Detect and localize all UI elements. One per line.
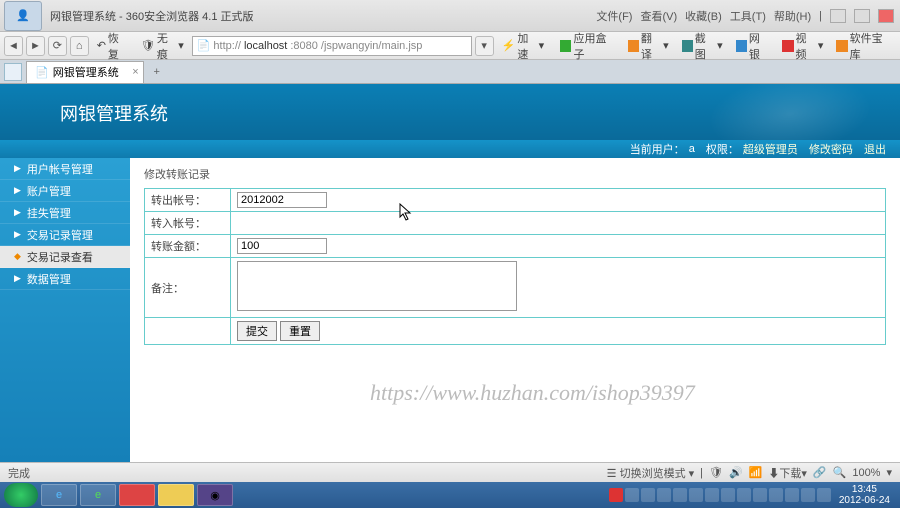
tray-icon[interactable] [705,488,719,502]
sidebar-item-transaction-view[interactable]: ◆交易记录查看 [0,246,130,268]
out-account-input[interactable] [237,192,327,208]
menu-tools[interactable]: 工具(T) [730,8,766,24]
task-ie-icon[interactable]: e [41,484,77,506]
taskbar-clock[interactable]: 13:45 2012-06-24 [833,484,896,506]
task-app-icon[interactable] [119,484,155,506]
sidebar-item-users[interactable]: ▶用户帐号管理 [0,158,130,180]
tray-icon[interactable] [769,488,783,502]
sidebar-item-loss[interactable]: ▶挂失管理 [0,202,130,224]
tab-favicon: 📄 [35,66,49,79]
out-account-label: 转出帐号： [145,189,231,212]
download-button[interactable]: ⬇下载▾ [768,465,807,481]
page-icon: 📄 [197,39,211,52]
address-bar[interactable]: 📄 http://localhost:8080/jspwangyin/main.… [192,36,472,56]
status-icon[interactable]: 📶 [749,466,763,479]
sidebar: ▶用户帐号管理 ▶账户管理 ▶挂失管理 ▶交易记录管理 ◆交易记录查看 ▶数据管… [0,158,130,462]
remark-textarea[interactable] [237,261,517,311]
forward-button[interactable]: ► [26,36,45,56]
video-button[interactable]: 视频▾ [777,30,828,62]
close-button[interactable] [878,9,894,23]
speed-button[interactable]: ⚡加速▾ [497,30,550,62]
tray-icon[interactable] [689,488,703,502]
role-link[interactable]: 超级管理员 [743,141,798,157]
menu-view[interactable]: 查看(V) [640,8,677,24]
panel-title: 修改转账记录 [144,166,886,182]
new-tab-button[interactable]: + [148,63,166,81]
windows-taskbar: e e ◉ 13:45 2012-06-24 [0,482,900,508]
status-icon[interactable]: 🔊 [729,466,743,479]
menu-help[interactable]: 帮助(H) [774,8,811,24]
tab-close-icon[interactable]: × [132,66,138,78]
incognito-button[interactable]: 🛡无痕▾ [136,30,189,62]
in-account-label: 转入帐号： [145,212,231,235]
addr-dropdown[interactable]: ▾ [475,36,494,56]
translate-button[interactable]: 翻译▾ [623,30,674,62]
menu-file[interactable]: 文件(F) [596,8,632,24]
system-tray: 13:45 2012-06-24 [609,484,896,506]
ebank-button[interactable]: 网银 [731,30,775,62]
browser-status-bar: 完成 ☰ 切换浏览模式 ▾ | 🛡 🔊 📶 ⬇下载▾ 🔗 🔍 100%▾ [0,462,900,482]
tray-icon[interactable] [753,488,767,502]
app-banner: 网银管理系统 [0,84,900,140]
minimize-button[interactable] [830,9,846,23]
menu-fav[interactable]: 收藏(B) [685,8,722,24]
switch-mode-button[interactable]: ☰ 切换浏览模式 ▾ [607,465,695,481]
browser-title-bar: 👤 网银管理系统 - 360安全浏览器 4.1 正式版 文件(F) 查看(V) … [0,0,900,32]
submit-button[interactable]: 提交 [237,321,277,341]
tray-icon[interactable] [609,488,623,502]
tray-icon[interactable] [785,488,799,502]
tray-icon[interactable] [817,488,831,502]
status-text: 完成 [8,465,30,481]
tray-icon[interactable] [657,488,671,502]
appbox-button[interactable]: 应用盒子 [555,30,620,62]
remark-label: 备注： [145,258,231,318]
browser-toolbar: ◄ ► ⟳ ⌂ ↶恢复 🛡无痕▾ 📄 http://localhost:8080… [0,32,900,60]
browser-tab[interactable]: 📄 网银管理系统 × [26,61,144,83]
main-content: 修改转账记录 转出帐号： 转入帐号： 转账金额： 备注： [130,158,900,462]
sidebar-item-transactions[interactable]: ▶交易记录管理 [0,224,130,246]
form-table: 转出帐号： 转入帐号： 转账金额： 备注： [144,188,886,345]
reset-button[interactable]: 重置 [280,321,320,341]
sidebar-item-accounts[interactable]: ▶账户管理 [0,180,130,202]
sidebar-toggle-icon[interactable] [4,63,22,81]
tray-icon[interactable] [737,488,751,502]
home-button[interactable]: ⌂ [70,36,89,56]
tray-icon[interactable] [801,488,815,502]
restore-button[interactable]: ↶恢复 [92,30,133,62]
task-eclipse-icon[interactable]: ◉ [197,484,233,506]
sidebar-item-data[interactable]: ▶数据管理 [0,268,130,290]
amount-label: 转账金额： [145,235,231,258]
task-folder-icon[interactable] [158,484,194,506]
task-360-icon[interactable]: e [80,484,116,506]
software-button[interactable]: 软件宝库 [831,30,896,62]
tray-icon[interactable] [641,488,655,502]
zoom-level[interactable]: 100% [852,467,880,479]
tab-label: 网银管理系统 [53,64,119,80]
change-password-link[interactable]: 修改密码 [809,141,853,157]
status-icon[interactable]: 🛡 [709,466,723,479]
app-title: 网银管理系统 [60,100,168,126]
user-info-bar: 当前用户： a 权限： 超级管理员 修改密码 退出 [0,140,900,158]
tray-icon[interactable] [721,488,735,502]
reload-button[interactable]: ⟳ [48,36,67,56]
status-icon[interactable]: 🔍 [833,466,847,479]
tray-icon[interactable] [673,488,687,502]
back-button[interactable]: ◄ [4,36,23,56]
window-title: 网银管理系统 - 360安全浏览器 4.1 正式版 [46,8,254,24]
amount-input[interactable] [237,238,327,254]
tray-icon[interactable] [625,488,639,502]
status-icon[interactable]: 🔗 [813,466,827,479]
maximize-button[interactable] [854,9,870,23]
user-avatar-icon[interactable]: 👤 [4,1,42,31]
tab-strip: 📄 网银管理系统 × + [0,60,900,84]
screenshot-button[interactable]: 截图▾ [677,30,728,62]
logout-link[interactable]: 退出 [864,141,886,157]
start-button[interactable] [4,483,38,507]
